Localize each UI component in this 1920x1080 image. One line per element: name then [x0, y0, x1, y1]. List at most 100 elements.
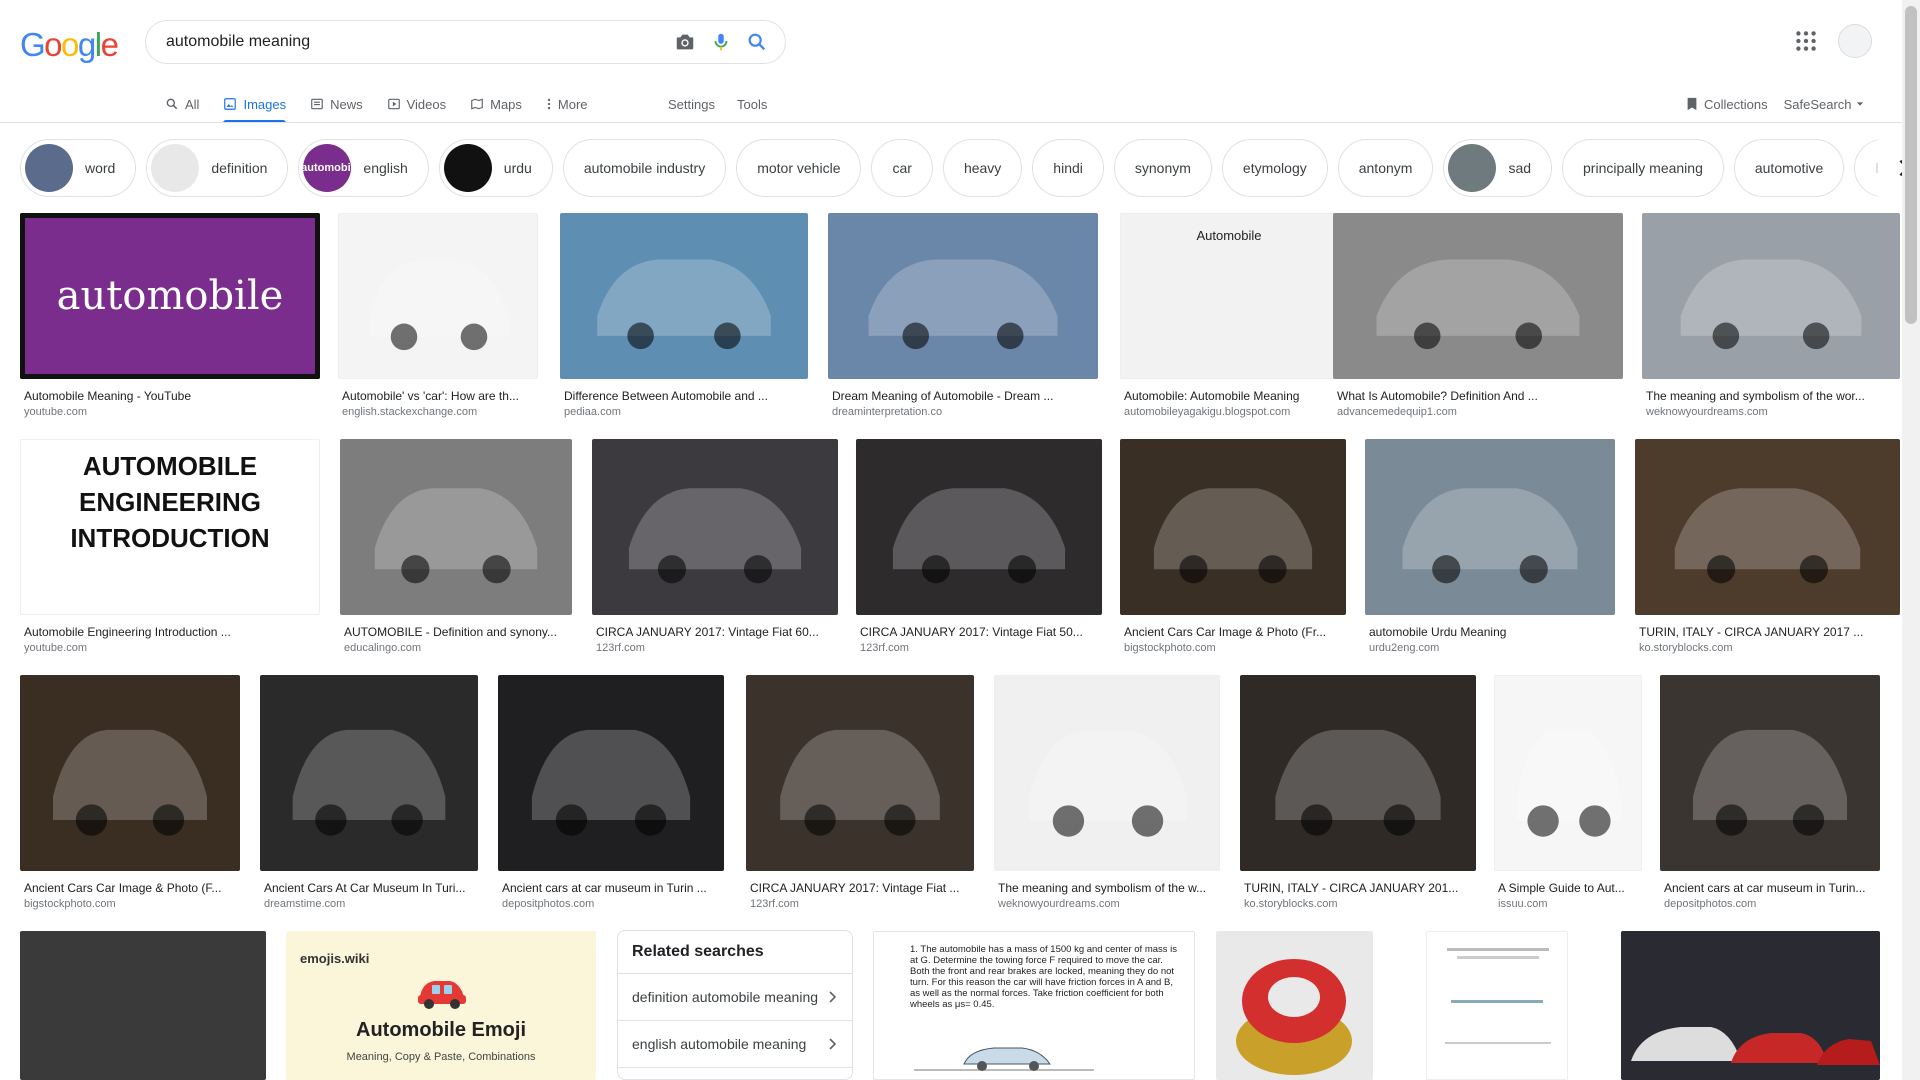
- image-result[interactable]: [1426, 931, 1568, 1080]
- chip-automotive[interactable]: automotive: [1733, 139, 1845, 197]
- scrollbar-thumb[interactable]: [1905, 6, 1917, 324]
- tab-news[interactable]: News: [310, 86, 363, 122]
- image-result[interactable]: Difference Between Automobile and ... ped…: [560, 213, 808, 418]
- result-source: bigstockphoto.com: [1124, 642, 1216, 654]
- result-title[interactable]: Difference Between Automobile and ...: [560, 389, 808, 403]
- result-title[interactable]: Automobile: Automobile Meaning: [1120, 389, 1338, 403]
- tab-videos[interactable]: Videos: [387, 86, 446, 122]
- tab-label: Maps: [490, 96, 522, 112]
- avatar[interactable]: [1838, 24, 1872, 58]
- result-title[interactable]: CIRCA JANUARY 2017: Vintage Fiat ...: [746, 881, 974, 895]
- chip-synonym[interactable]: synonym: [1113, 139, 1212, 197]
- chip-motor-vehicle[interactable]: motor vehicle: [736, 139, 862, 197]
- chip-heavy[interactable]: heavy: [942, 139, 1023, 197]
- safesearch-label: SafeSearch: [1783, 96, 1852, 112]
- google-logo[interactable]: Google: [20, 26, 119, 64]
- microphone-icon[interactable]: [703, 24, 739, 60]
- tab-more[interactable]: More: [546, 86, 588, 122]
- tab-maps[interactable]: Maps: [470, 86, 522, 122]
- result-title[interactable]: TURIN, ITALY - CIRCA JANUARY 201...: [1240, 881, 1476, 895]
- chip-car[interactable]: car: [871, 139, 933, 197]
- image-result[interactable]: CIRCA JANUARY 2017: Vintage Fiat ... 123r…: [746, 675, 974, 910]
- chip-principally-meaning[interactable]: principally meaning: [1562, 139, 1724, 197]
- result-title[interactable]: Dream Meaning of Automobile - Dream ...: [828, 389, 1098, 403]
- settings-link[interactable]: Settings: [668, 97, 715, 112]
- tools-link[interactable]: Tools: [737, 97, 767, 112]
- chip-antonym[interactable]: antonym: [1337, 139, 1434, 197]
- tab-all[interactable]: All: [165, 86, 199, 122]
- chip-automobile-industry[interactable]: automobile industry: [562, 139, 727, 197]
- image-result[interactable]: TURIN, ITALY - CIRCA JANUARY 2017 ... ko.…: [1635, 439, 1900, 654]
- search-box[interactable]: automobile meaning: [145, 20, 786, 64]
- result-source: depositphotos.com: [502, 898, 595, 910]
- result-title[interactable]: Ancient Cars Car Image & Photo (Fr...: [1120, 625, 1346, 639]
- result-thumbnail: emojis.wiki Automobile Emoji Meaning, Co…: [286, 931, 596, 1080]
- chip-hindi[interactable]: hindi: [1032, 139, 1104, 197]
- result-title[interactable]: automobile Urdu Meaning: [1365, 625, 1615, 639]
- image-result[interactable]: The meaning and symbolism of the wor... w…: [1642, 213, 1900, 418]
- image-result[interactable]: automobile Automobile Meaning - YouTube yo…: [20, 213, 320, 418]
- safesearch-button[interactable]: SafeSearch: [1784, 97, 1864, 112]
- tab-images[interactable]: Images: [223, 86, 286, 123]
- image-result[interactable]: What Is Automobile? Definition And ... ad…: [1333, 213, 1623, 418]
- result-title[interactable]: Ancient Cars At Car Museum In Turi...: [260, 881, 478, 895]
- image-result[interactable]: emojis.wiki Automobile Emoji Meaning, Co…: [286, 931, 596, 1080]
- image-result[interactable]: Ancient Cars At Car Museum In Turi... dre…: [260, 675, 478, 910]
- physics-problem-text: 1. The automobile has a mass of 1500 kg …: [910, 944, 1178, 1010]
- image-result[interactable]: automobile Urdu Meaning urdu2eng.com: [1365, 439, 1615, 654]
- apps-grid-icon[interactable]: [1793, 28, 1819, 54]
- image-result[interactable]: The meaning and symbolism of the w... wek…: [994, 675, 1220, 910]
- related-searches: Related searches definition automobile m…: [617, 930, 853, 1080]
- image-result[interactable]: Dream Meaning of Automobile - Dream ... d…: [828, 213, 1098, 418]
- image-result[interactable]: AUTOMOBILE ENGINEERING INTRODUCTION Autom…: [20, 439, 320, 654]
- chip-definition[interactable]: definition: [146, 139, 289, 197]
- result-title[interactable]: The meaning and symbolism of the wor...: [1642, 389, 1900, 403]
- image-result[interactable]: Ancient cars at car museum in Turin ... d…: [498, 675, 724, 910]
- result-title[interactable]: Ancient cars at car museum in Turin...: [1660, 881, 1880, 895]
- collections-button[interactable]: Collections: [1686, 97, 1768, 112]
- image-result[interactable]: A Simple Guide to Aut... issuu.com: [1494, 675, 1642, 910]
- image-result[interactable]: [1621, 931, 1880, 1080]
- result-title[interactable]: CIRCA JANUARY 2017: Vintage Fiat 50...: [856, 625, 1102, 639]
- search-input[interactable]: automobile meaning: [166, 33, 667, 51]
- camera-search-icon[interactable]: [667, 24, 703, 60]
- image-result[interactable]: CIRCA JANUARY 2017: Vintage Fiat 60... 12…: [592, 439, 838, 654]
- result-title[interactable]: Automobile' vs 'car': How are th...: [338, 389, 538, 403]
- result-thumbnail: 1. The automobile has a mass of 1500 kg …: [873, 931, 1195, 1080]
- chip-etymology[interactable]: etymology: [1221, 139, 1328, 197]
- related-search-item[interactable]: definition automobile meaning: [618, 973, 852, 1020]
- image-result[interactable]: Automobile Automobile: Automobile Meaning…: [1120, 213, 1338, 418]
- result-title[interactable]: Ancient Cars Car Image & Photo (F...: [20, 881, 240, 895]
- image-result[interactable]: Automobile' vs 'car': How are th... engli…: [338, 213, 538, 418]
- result-title[interactable]: Automobile Meaning - YouTube: [20, 389, 320, 403]
- image-result[interactable]: Ancient cars at car museum in Turin... de…: [1660, 675, 1880, 910]
- related-search-item[interactable]: english automobile meaning: [618, 1020, 852, 1067]
- chip-label: hindi: [1053, 160, 1083, 176]
- thumbnail-text: Automobile: [1196, 228, 1262, 243]
- chip-urdu[interactable]: urdu: [438, 139, 553, 197]
- image-result[interactable]: AUTOMOBILE - Definition and synony... edu…: [340, 439, 572, 654]
- chip-sad[interactable]: sad: [1443, 139, 1553, 197]
- image-result[interactable]: Ancient Cars Car Image & Photo (F... bigs…: [20, 675, 240, 910]
- image-result[interactable]: [20, 931, 266, 1080]
- result-title[interactable]: Ancient cars at car museum in Turin ...: [498, 881, 724, 895]
- image-result[interactable]: [1216, 931, 1373, 1080]
- result-thumbnail: [828, 213, 1098, 379]
- result-title[interactable]: Automobile Engineering Introduction ...: [20, 625, 320, 639]
- result-title[interactable]: CIRCA JANUARY 2017: Vintage Fiat 60...: [592, 625, 838, 639]
- result-title[interactable]: AUTOMOBILE - Definition and synony...: [340, 625, 572, 639]
- image-result[interactable]: TURIN, ITALY - CIRCA JANUARY 201... ko.st…: [1240, 675, 1476, 910]
- chip-english[interactable]: automobil english: [298, 139, 429, 197]
- chip-word[interactable]: word: [20, 139, 137, 197]
- related-search-item[interactable]: [618, 1067, 852, 1079]
- result-title[interactable]: TURIN, ITALY - CIRCA JANUARY 2017 ...: [1635, 625, 1900, 639]
- chip-ha[interactable]: ha: [1854, 139, 1880, 197]
- image-result[interactable]: 1. The automobile has a mass of 1500 kg …: [873, 931, 1195, 1080]
- image-result[interactable]: CIRCA JANUARY 2017: Vintage Fiat 50... 12…: [856, 439, 1102, 654]
- image-result[interactable]: Ancient Cars Car Image & Photo (Fr... big…: [1120, 439, 1346, 654]
- result-title[interactable]: The meaning and symbolism of the w...: [994, 881, 1220, 895]
- search-icon[interactable]: [739, 24, 775, 60]
- video-icon: [387, 98, 400, 110]
- result-title[interactable]: What Is Automobile? Definition And ...: [1333, 389, 1623, 403]
- result-title[interactable]: A Simple Guide to Aut...: [1494, 881, 1642, 895]
